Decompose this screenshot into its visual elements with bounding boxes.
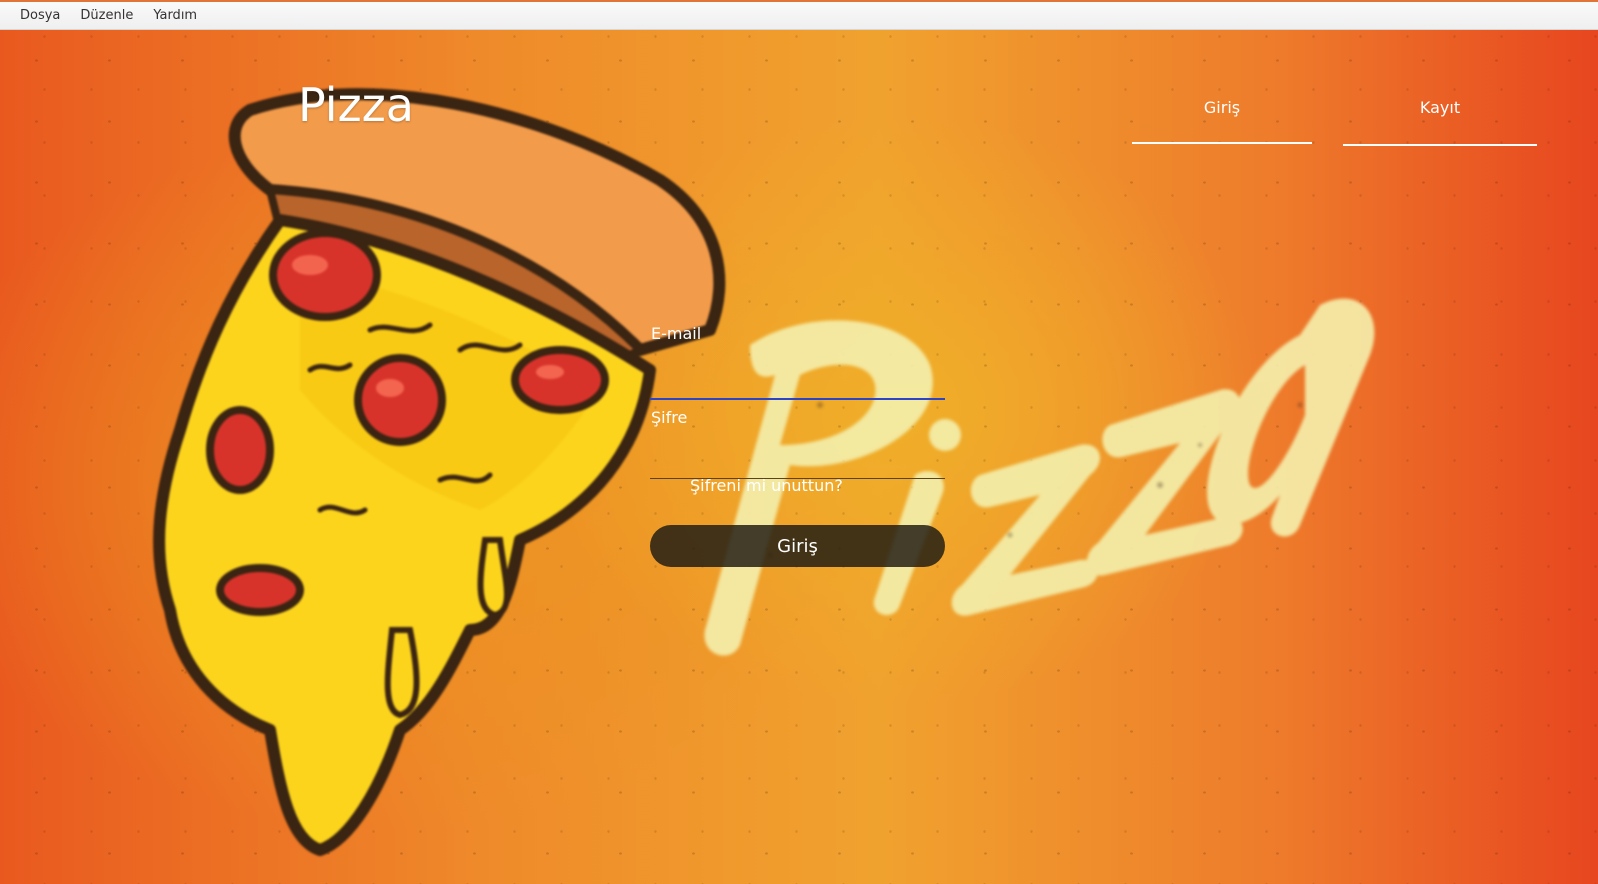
pizza-slice-image — [153, 88, 726, 856]
tab-register-label: Kayıt — [1419, 98, 1461, 117]
tab-login-label: Giriş — [1203, 98, 1241, 117]
menu-bar: Dosya Düzenle Yardım — [0, 0, 1598, 30]
login-button[interactable]: Giriş — [650, 525, 945, 567]
password-field[interactable] — [650, 444, 945, 476]
menu-file[interactable]: Dosya — [10, 3, 70, 29]
tab-register[interactable]: Kayıt — [1343, 90, 1537, 146]
email-field[interactable] — [650, 364, 945, 396]
email-underline — [650, 398, 945, 400]
email-label: E-mail — [651, 324, 702, 343]
app-window: Dosya Düzenle Yardım Pizza Giriş Kayıt E… — [0, 0, 1598, 884]
login-screen: Pizza Giriş Kayıt E-mail Şifre Şifreni m… — [0, 30, 1598, 884]
menu-edit[interactable]: Düzenle — [70, 3, 143, 29]
password-label: Şifre — [651, 408, 688, 427]
menu-help[interactable]: Yardım — [143, 3, 207, 29]
forgot-password-link[interactable]: Şifreni mi unuttun? — [690, 476, 843, 495]
app-title: Pizza — [298, 78, 414, 132]
tab-login[interactable]: Giriş — [1132, 90, 1312, 144]
